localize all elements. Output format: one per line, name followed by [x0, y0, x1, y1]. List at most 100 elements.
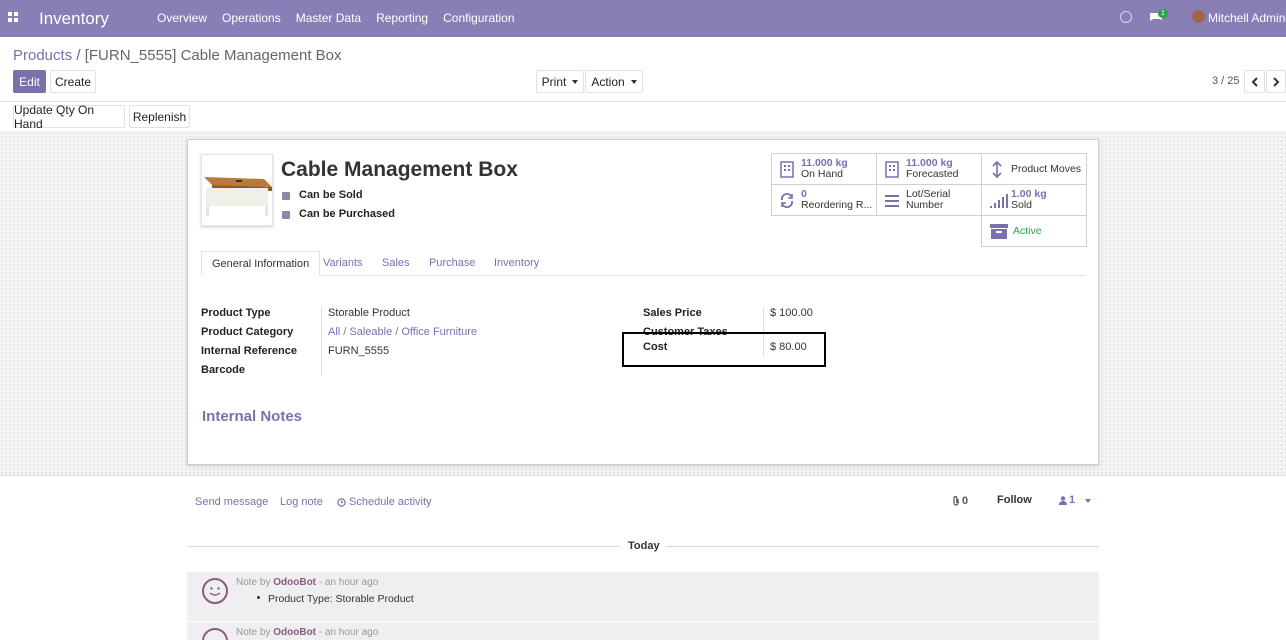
note-prefix: Note by: [236, 627, 271, 638]
note-time: - an hour ago: [318, 577, 379, 588]
on-hand-label: On Hand: [801, 168, 844, 180]
building-icon: [885, 161, 899, 178]
cost-highlight-box: [622, 332, 826, 367]
create-button[interactable]: Create: [50, 70, 96, 93]
message-header: Note by OdooBot - an hour ago: [236, 627, 378, 638]
menu-overview[interactable]: Overview: [157, 11, 207, 25]
update-qty-button[interactable]: Update Qty On Hand: [13, 103, 125, 131]
notebook-tabs: General Information Variants Sales Purch…: [201, 251, 1085, 276]
internal-reference-label: Internal Reference: [201, 345, 297, 357]
tab-sales[interactable]: Sales: [372, 251, 420, 276]
archive-toggle-button[interactable]: Active: [981, 215, 1087, 247]
send-message-button[interactable]: Send message: [195, 496, 268, 508]
divider: [0, 101, 1286, 102]
pager-previous-button[interactable]: [1244, 70, 1265, 93]
forecasted-button[interactable]: 11.000 kg Forecasted: [876, 153, 982, 185]
breadcrumb-separator: /: [76, 47, 81, 64]
attachment-count: 0: [962, 495, 969, 507]
product-moves-button[interactable]: Product Moves: [981, 153, 1087, 185]
reordering-label: Reordering R...: [801, 199, 873, 211]
replenish-button[interactable]: Replenish: [129, 105, 190, 128]
paperclip-icon[interactable]: [952, 496, 960, 506]
sold-button[interactable]: 1.00 kg Sold: [981, 184, 1087, 216]
tab-inventory[interactable]: Inventory: [484, 251, 549, 276]
tab-purchase[interactable]: Purchase: [419, 251, 485, 276]
breadcrumb-products[interactable]: Products: [13, 47, 72, 64]
odoobot-avatar-icon: [202, 628, 228, 640]
desk-image: [204, 177, 272, 216]
chatter-message: Note by OdooBot - an hour ago Product Ty…: [187, 572, 1099, 621]
avatar[interactable]: [1192, 10, 1205, 23]
sales-price-value[interactable]: $ 100.00: [770, 307, 813, 319]
barcode-label: Barcode: [201, 364, 246, 376]
note-prefix: Note by: [236, 577, 271, 588]
can-be-sold-checkbox[interactable]: [282, 192, 290, 200]
note-author[interactable]: OdooBot: [273, 577, 316, 588]
can-be-sold-label: Can be Sold: [299, 189, 363, 201]
apps-menu-icon[interactable]: [8, 12, 19, 23]
product-name: Cable Management Box: [281, 158, 518, 181]
menu-master-data[interactable]: Master Data: [296, 11, 361, 25]
note-body: Product Type: Storable Product: [268, 593, 414, 605]
lot-serial-line2: Number: [906, 199, 944, 211]
internal-notes-heading: Internal Notes: [202, 408, 303, 425]
product-type-value[interactable]: Storable Product: [328, 307, 410, 319]
breadcrumb: Products / [FURN_5555] Cable Management …: [13, 47, 342, 64]
product-type-label: Product Type: [201, 307, 271, 319]
up-down-arrow-icon: [992, 161, 1002, 178]
form-sheet: Cable Management Box Can be Sold Can be …: [187, 139, 1099, 465]
user-icon: [1059, 496, 1067, 505]
pager-value[interactable]: 3 / 25: [1212, 75, 1240, 87]
breadcrumb-current: [FURN_5555] Cable Management Box: [84, 47, 342, 64]
tab-general-information[interactable]: General Information: [201, 251, 321, 276]
signal-bars-icon: [990, 194, 1008, 208]
edit-button[interactable]: Edit: [13, 70, 46, 93]
caret-down-icon: [572, 79, 579, 84]
on-hand-button[interactable]: 11.000 kg On Hand: [771, 153, 877, 185]
tab-variants[interactable]: Variants: [313, 251, 373, 276]
log-note-button[interactable]: Log note: [280, 496, 323, 508]
forecasted-label: Forecasted: [906, 168, 959, 180]
archive-box-icon: [990, 224, 1008, 239]
active-label: Active: [1013, 225, 1042, 237]
menu-configuration[interactable]: Configuration: [443, 11, 514, 25]
note-time: - an hour ago: [318, 627, 379, 638]
product-category-label: Product Category: [201, 326, 294, 338]
pager-next-button[interactable]: [1266, 70, 1286, 93]
menu-reporting[interactable]: Reporting: [376, 11, 428, 25]
activity-clock-icon[interactable]: [1120, 11, 1132, 23]
lot-serial-button[interactable]: Lot/Serial Number: [876, 184, 982, 216]
chevron-right-icon: [1273, 76, 1280, 87]
menu-operations[interactable]: Operations: [222, 11, 281, 25]
building-icon: [780, 161, 794, 178]
divider: [666, 546, 1099, 547]
product-category-link[interactable]: All / Saleable / Office Furniture: [328, 326, 477, 338]
action-dropdown[interactable]: Action: [585, 70, 643, 93]
sales-price-label: Sales Price: [643, 307, 702, 319]
can-be-purchased-checkbox[interactable]: [282, 211, 290, 219]
note-author[interactable]: OdooBot: [273, 627, 316, 638]
user-menu[interactable]: Mitchell Admin: [1208, 11, 1285, 25]
top-navbar: Inventory Overview Operations Master Dat…: [0, 0, 1286, 37]
print-label: Print: [541, 74, 567, 89]
chat-badge: 1: [1158, 9, 1168, 18]
caret-down-icon: [630, 79, 637, 84]
can-be-purchased-label: Can be Purchased: [299, 208, 395, 220]
followers-caret-icon[interactable]: [1085, 499, 1091, 503]
followers-count[interactable]: 1: [1069, 494, 1075, 506]
schedule-activity-button[interactable]: Schedule activity: [349, 496, 432, 508]
product-moves-label: Product Moves: [1011, 163, 1082, 175]
reordering-rules-button[interactable]: 0 Reordering R...: [771, 184, 877, 216]
internal-reference-value[interactable]: FURN_5555: [328, 345, 389, 357]
follow-button[interactable]: Follow: [997, 494, 1032, 506]
chevron-left-icon: [1251, 76, 1258, 87]
product-image[interactable]: [201, 154, 273, 226]
today-separator: Today: [628, 540, 660, 552]
app-name[interactable]: Inventory: [39, 9, 109, 29]
bullet-icon: [257, 596, 260, 599]
sold-label: Sold: [1011, 199, 1033, 211]
field-separator: [321, 306, 322, 376]
divider: [187, 546, 620, 547]
list-icon: [885, 195, 899, 207]
print-dropdown[interactable]: Print: [536, 70, 584, 93]
